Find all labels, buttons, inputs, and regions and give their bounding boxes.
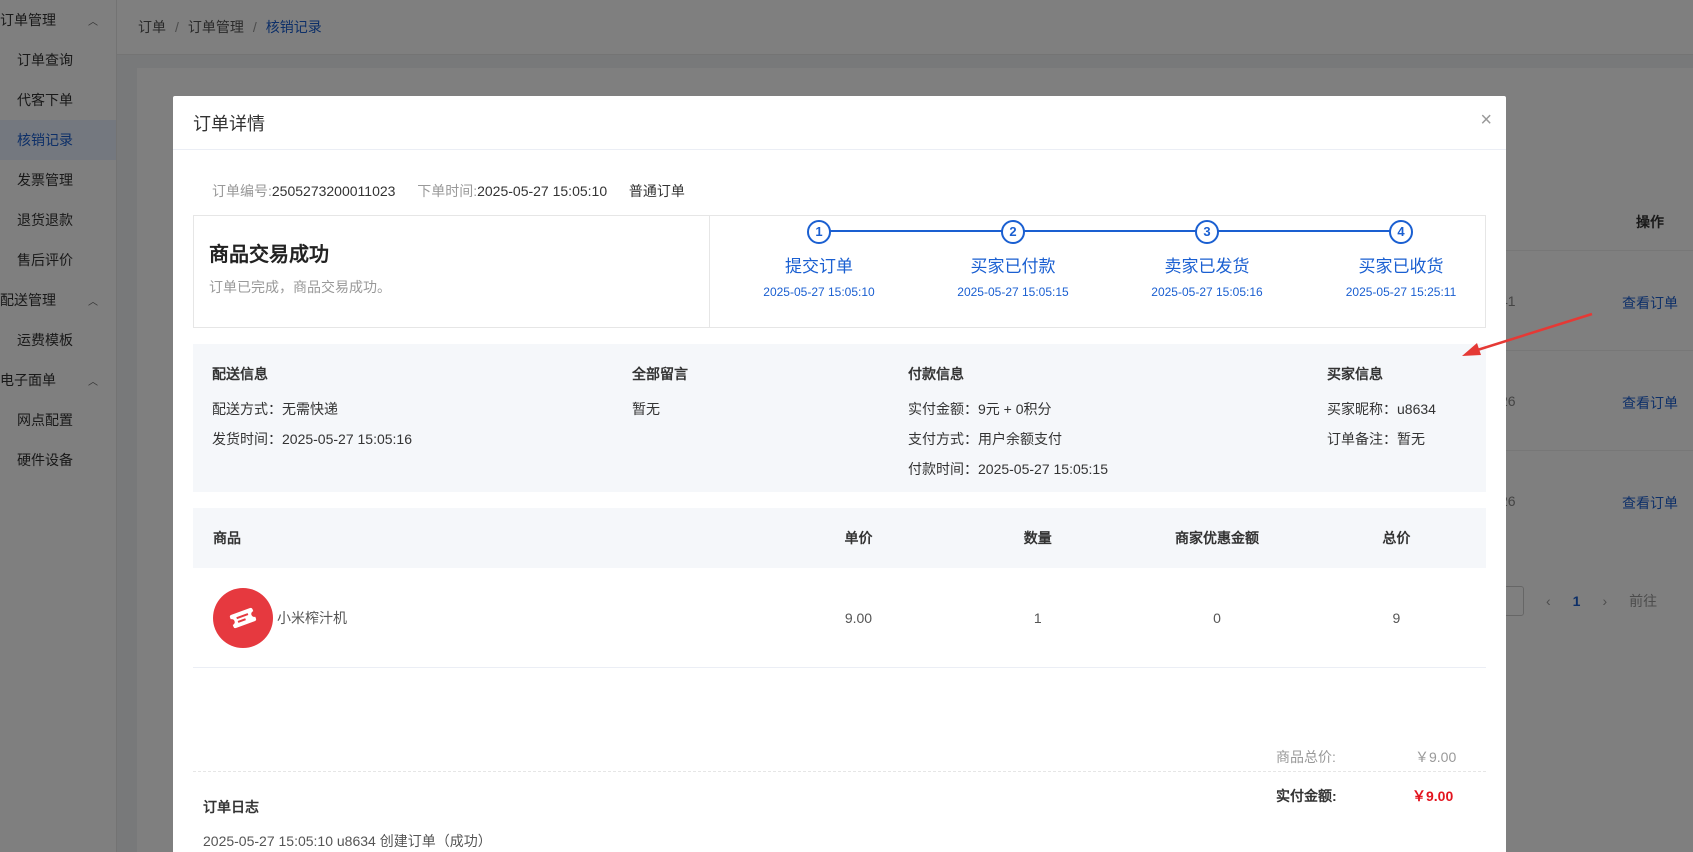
divider: [193, 771, 1486, 772]
step-time: 2025-05-27 15:25:11: [1345, 285, 1457, 299]
buyer-info: 买家信息 买家昵称：u8634 订单备注：暂无: [1327, 364, 1436, 454]
table-row: 小米榨汁机 9.00 1 0 9: [193, 568, 1486, 668]
goods-cell: 小米榨汁机: [193, 587, 769, 648]
step-received: 4 买家已收货 2025-05-27 15:25:11: [1304, 220, 1498, 299]
status-summary: 商品交易成功 订单已完成，商品交易成功。: [194, 216, 710, 327]
step-paid: 2 买家已付款 2025-05-27 15:05:15: [916, 220, 1110, 299]
order-type: 普通订单: [628, 183, 685, 199]
pay-method: 支付方式：用户余额支付: [908, 431, 1062, 447]
message-info: 全部留言 暂无: [632, 364, 688, 424]
close-icon[interactable]: ×: [1480, 110, 1492, 130]
modal-title: 订单详情: [193, 113, 265, 134]
step-submit: 1 提交订单 2025-05-27 15:05:10: [722, 220, 916, 299]
step-label: 卖家已发货: [1164, 257, 1250, 276]
modal-header: 订单详情 ×: [173, 96, 1506, 150]
col-goods: 商品: [213, 530, 241, 546]
step-label: 买家已收货: [1358, 257, 1444, 276]
order-no-label: 订单编号:: [212, 183, 272, 199]
ship-time: 发货时间：2025-05-27 15:05:16: [212, 431, 412, 447]
col-total: 总价: [1382, 530, 1411, 546]
step-label: 买家已付款: [970, 257, 1056, 276]
goods-total-label: 商品总价:: [1276, 749, 1336, 765]
col-discount: 商家优惠金额: [1175, 530, 1260, 546]
order-time-label: 下单时间:: [417, 183, 478, 199]
step-number: 3: [1195, 220, 1219, 244]
order-log-entry: 2025-05-27 15:05:10 u8634 创建订单（成功）: [203, 833, 492, 849]
status-desc: 订单已完成，商品交易成功。: [209, 279, 391, 295]
step-shipped: 3 卖家已发货 2025-05-27 15:05:16: [1110, 220, 1304, 299]
step-number: 4: [1389, 220, 1413, 244]
col-unit-price: 单价: [844, 530, 873, 546]
step-time: 2025-05-27 15:05:10: [763, 285, 875, 299]
delivery-info: 配送信息 配送方式：无需快递 发货时间：2025-05-27 15:05:16: [212, 364, 412, 454]
status-title: 商品交易成功: [209, 244, 329, 266]
pay-time: 付款时间：2025-05-27 15:05:15: [908, 461, 1108, 477]
order-remark: 订单备注：暂无: [1327, 431, 1425, 447]
step-number: 1: [807, 220, 831, 244]
paid-label: 实付金额:: [1276, 788, 1337, 804]
step-number: 2: [1001, 220, 1025, 244]
goods-table-header: 商品 单价 数量 商家优惠金额 总价: [193, 508, 1486, 568]
order-time: 2025-05-27 15:05:10: [477, 183, 608, 199]
row-total: 9: [1392, 609, 1401, 626]
payment-info: 付款信息 实付金额：9元 + 0积分 支付方式：用户余额支付 付款时间：2025…: [908, 364, 1108, 484]
order-log-title: 订单日志: [203, 799, 259, 815]
col-qty: 数量: [1023, 530, 1052, 546]
message-info-title: 全部留言: [632, 366, 688, 382]
buyer-nickname: 买家昵称：u8634: [1327, 401, 1436, 417]
unit-price: 9.00: [844, 609, 873, 626]
order-no: 2505273200011023: [271, 183, 396, 199]
paid-amount: 实付金额：9元 + 0积分: [908, 401, 1052, 417]
buyer-info-title: 买家信息: [1327, 366, 1383, 382]
order-steps: 1 提交订单 2025-05-27 15:05:10 2 买家已付款 2025-…: [710, 216, 1485, 327]
ticket-icon: [213, 587, 273, 648]
step-time: 2025-05-27 15:05:16: [1151, 285, 1263, 299]
order-status-box: 商品交易成功 订单已完成，商品交易成功。 1 提交订单 2025-05-27 1…: [193, 215, 1486, 328]
delivery-info-title: 配送信息: [212, 366, 268, 382]
goods-total-value: ￥9.00: [1415, 749, 1457, 765]
order-meta: 订单编号:2505273200011023 下单时间:2025-05-27 15…: [212, 181, 685, 201]
goods-name: 小米榨汁机: [277, 609, 347, 626]
discount: 0: [1213, 609, 1221, 626]
order-info-box: 配送信息 配送方式：无需快递 发货时间：2025-05-27 15:05:16 …: [193, 344, 1486, 492]
quantity: 1: [1033, 609, 1042, 626]
payment-info-title: 付款信息: [908, 366, 964, 382]
order-detail-modal: 订单详情 × 订单编号:2505273200011023 下单时间:2025-0…: [173, 96, 1506, 852]
delivery-method: 配送方式：无需快递: [212, 401, 338, 417]
goods-table: 商品 单价 数量 商家优惠金额 总价 小米榨汁机 9.00 1 0 9: [193, 508, 1486, 668]
annotation-arrow-icon: [1462, 312, 1593, 356]
message-value: 暂无: [632, 401, 660, 417]
step-label: 提交订单: [785, 257, 853, 276]
step-time: 2025-05-27 15:05:15: [957, 285, 1069, 299]
paid-value: ￥9.00: [1412, 788, 1454, 804]
